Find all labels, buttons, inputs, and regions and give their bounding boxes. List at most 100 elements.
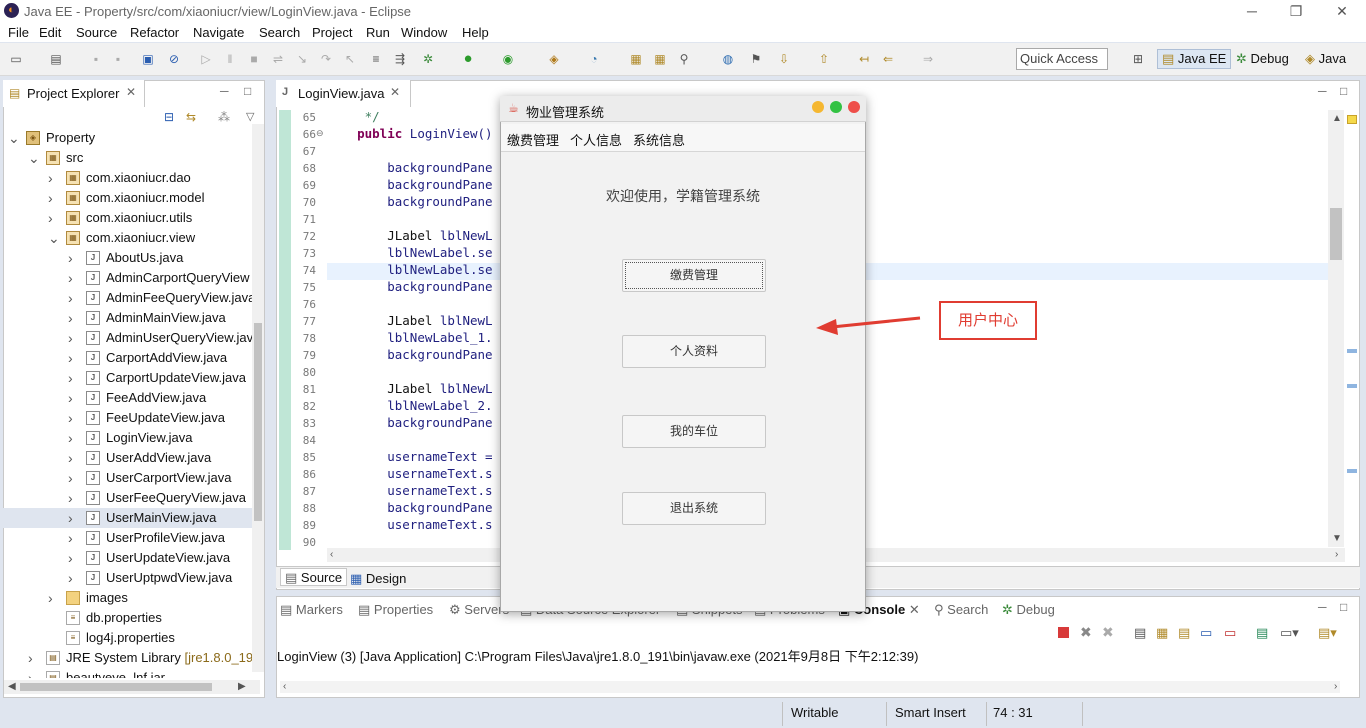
tree-item[interactable]: ⌄ ▦ com.xiaoniucr.view <box>0 228 252 248</box>
link-with-editor-icon[interactable]: ⇆ <box>186 110 196 124</box>
scroll-right-icon[interactable]: ▶ <box>238 681 246 692</box>
tree-item[interactable]: › J CarportUpdateView.java <box>0 368 252 388</box>
chevron-right-icon[interactable]: › <box>68 268 73 288</box>
pin-console-icon[interactable]: ▤ <box>1256 625 1268 641</box>
dialog-titlebar[interactable]: ☕ 物业管理系统 <box>500 96 866 122</box>
maximize-view-icon[interactable]: □ <box>244 84 251 98</box>
tree-item[interactable]: › images <box>0 588 252 608</box>
run-external-icon[interactable]: ◉ <box>500 51 516 67</box>
menu-navigate[interactable]: Navigate <box>193 25 244 40</box>
close-icon[interactable]: ✕ <box>390 85 400 99</box>
dialog-menu-system-info[interactable]: 系统信息 <box>633 130 685 149</box>
tab-project-explorer[interactable]: ▤ Project Explorer ✕ <box>3 80 145 107</box>
tree-item[interactable]: › J UserMainView.java <box>0 508 252 528</box>
tab-debug[interactable]: ✲ Debug <box>1002 602 1055 618</box>
filter-icon[interactable]: ⁂ <box>218 110 230 124</box>
chevron-down-icon[interactable]: ⌄ <box>48 228 60 248</box>
editor-scrollbar[interactable] <box>1328 110 1344 547</box>
chevron-right-icon[interactable]: › <box>48 168 53 188</box>
tree-item[interactable]: ≡ db.properties <box>0 608 252 628</box>
step-into-icon[interactable]: ↘ <box>294 51 310 67</box>
tree-item[interactable]: › J AdminMainView.java <box>0 308 252 328</box>
tree-item[interactable]: › J AdminUserQueryView.jav <box>0 328 252 348</box>
chevron-right-icon[interactable]: › <box>68 548 73 568</box>
chevron-right-icon[interactable]: › <box>48 208 53 228</box>
chevron-right-icon[interactable]: › <box>48 188 53 208</box>
chevron-right-icon[interactable]: › <box>28 648 33 668</box>
remove-all-icon[interactable]: ✖ <box>1102 624 1114 641</box>
menu-file[interactable]: File <box>8 25 29 40</box>
back-icon[interactable]: ⇐ <box>880 51 896 67</box>
previous-annotation-icon[interactable]: ⇧ <box>816 51 832 67</box>
forward-icon[interactable]: ⇒ <box>920 51 936 67</box>
tree-item[interactable]: › J UserUptpwdView.java <box>0 568 252 588</box>
tree-item[interactable]: › J AdminCarportQueryView <box>0 268 252 288</box>
menu-search[interactable]: Search <box>259 25 300 40</box>
menu-project[interactable]: Project <box>312 25 352 40</box>
tree-item[interactable]: › J AdminFeeQueryView.java <box>0 288 252 308</box>
scroll-right-icon[interactable]: › <box>1334 681 1337 692</box>
chevron-right-icon[interactable]: › <box>68 528 73 548</box>
new-server-icon[interactable]: ◈ <box>546 51 562 67</box>
use-step-filters-icon[interactable]: ≡ <box>368 51 384 67</box>
chevron-right-icon[interactable]: › <box>68 468 73 488</box>
overview-marker[interactable] <box>1347 469 1357 473</box>
menu-source[interactable]: Source <box>76 25 117 40</box>
overview-marker[interactable] <box>1347 349 1357 353</box>
menu-edit[interactable]: Edit <box>39 25 61 40</box>
minimize-view-icon[interactable]: ─ <box>220 84 229 98</box>
chevron-right-icon[interactable]: › <box>68 248 73 268</box>
show-stderr-icon[interactable]: ▭ <box>1224 625 1236 641</box>
personal-profile-button[interactable]: 个人资料 <box>622 335 766 368</box>
remove-launch-icon[interactable]: ✖ <box>1080 624 1092 641</box>
menu-run[interactable]: Run <box>366 25 390 40</box>
tree-item[interactable]: › J UserAddView.java <box>0 448 252 468</box>
tab-markers[interactable]: ▤ Markers <box>280 602 343 618</box>
view-menu-icon[interactable]: ▽ <box>246 110 254 123</box>
minimize-dot-icon[interactable] <box>812 101 824 113</box>
perspective-debug[interactable]: ✲ Debug <box>1236 51 1289 67</box>
debug-icon[interactable]: ✲ <box>420 51 436 67</box>
tree-item[interactable]: › ▦ com.xiaoniucr.dao <box>0 168 252 188</box>
menu-help[interactable]: Help <box>462 25 489 40</box>
globe-icon[interactable]: ◍ <box>720 51 736 67</box>
tab-source[interactable]: ▤ Source <box>280 568 348 586</box>
chevron-right-icon[interactable]: › <box>68 368 73 388</box>
exit-system-button[interactable]: 退出系统 <box>622 492 766 525</box>
tree-item[interactable]: › J UserCarportView.java <box>0 468 252 488</box>
payment-management-button[interactable]: 缴费管理 <box>622 259 766 292</box>
tree-item[interactable]: › J FeeUpdateView.java <box>0 408 252 428</box>
project-explorer-scroll-thumb[interactable] <box>254 323 262 521</box>
new-class-icon[interactable]: ◔ <box>586 51 602 67</box>
tree-item[interactable]: › J FeeAddView.java <box>0 388 252 408</box>
open-type-icon[interactable]: ▦ <box>628 51 644 67</box>
chevron-right-icon[interactable]: › <box>68 568 73 588</box>
chevron-right-icon[interactable]: › <box>68 408 73 428</box>
chevron-right-icon[interactable]: › <box>68 348 73 368</box>
fold-icon[interactable]: ⊖ <box>316 128 324 139</box>
new-icon[interactable]: ▭ <box>8 51 24 67</box>
tree-item[interactable]: › J AboutUs.java <box>0 248 252 268</box>
chevron-right-icon[interactable]: › <box>68 308 73 328</box>
skip-breakpoints-icon[interactable]: ⊘ <box>166 51 182 67</box>
maximize-view-icon[interactable]: □ <box>1340 600 1347 614</box>
open-task-icon[interactable]: ⇶ <box>392 51 408 67</box>
tree-item[interactable]: › J UserFeeQueryView.java <box>0 488 252 508</box>
minimize-view-icon[interactable]: ─ <box>1318 600 1327 614</box>
open-perspective-icon[interactable]: ⊞ <box>1130 51 1146 67</box>
save-all-icon[interactable]: ▪ <box>110 51 126 67</box>
tree-item[interactable]: › J UserUpdateView.java <box>0 548 252 568</box>
minimize-editor-icon[interactable]: ─ <box>1318 84 1327 98</box>
chevron-right-icon[interactable]: › <box>68 488 73 508</box>
terminate-icon[interactable]: ■ <box>246 51 262 67</box>
scroll-left-icon[interactable]: ‹ <box>283 681 286 692</box>
tree-item[interactable]: › ▦ com.xiaoniucr.utils <box>0 208 252 228</box>
chevron-right-icon[interactable]: › <box>68 508 73 528</box>
chevron-down-icon[interactable]: ⌄ <box>28 148 40 168</box>
chevron-right-icon[interactable]: › <box>68 428 73 448</box>
dialog-menu-personal-info[interactable]: 个人信息 <box>570 130 622 149</box>
step-return-icon[interactable]: ↖ <box>342 51 358 67</box>
terminate-icon[interactable] <box>1058 627 1069 638</box>
my-parking-space-button[interactable]: 我的车位 <box>622 415 766 448</box>
display-console-icon[interactable]: ▭▾ <box>1280 625 1299 641</box>
